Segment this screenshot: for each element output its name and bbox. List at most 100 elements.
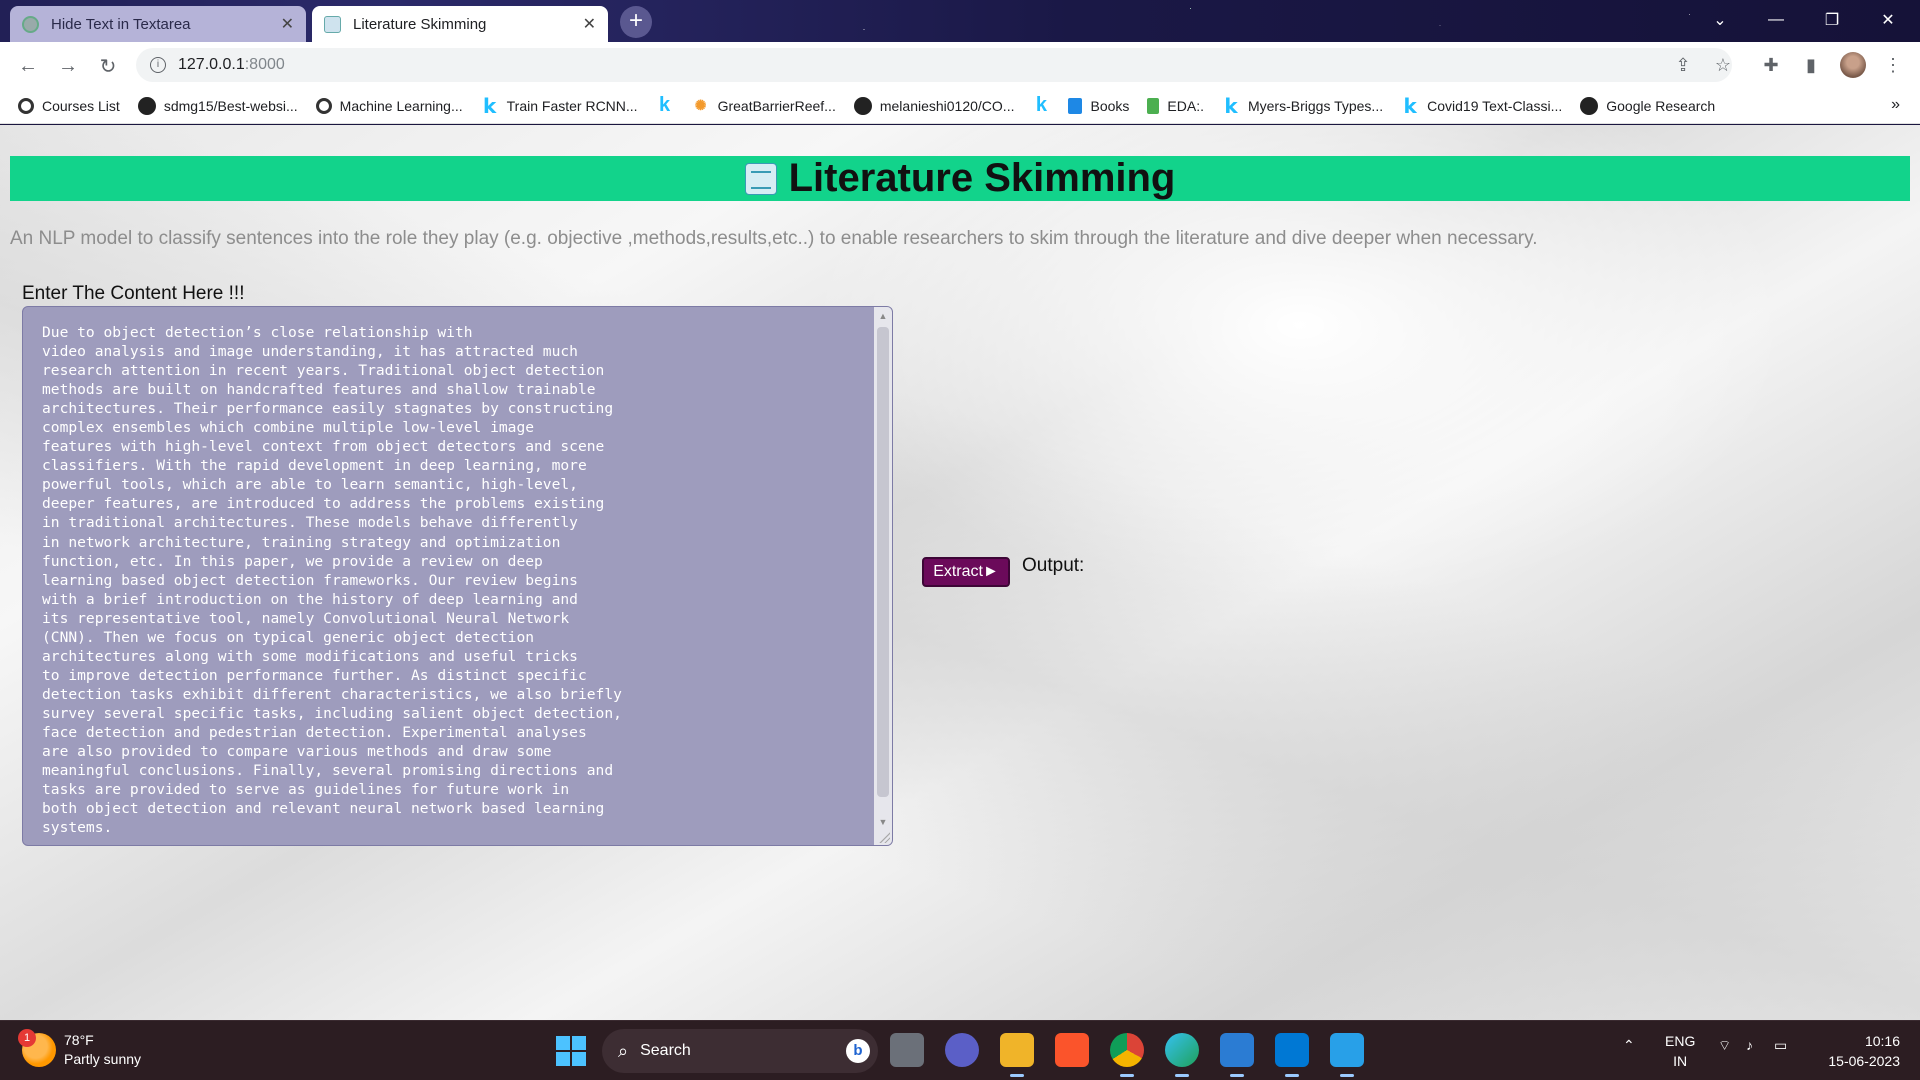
bookmark-greatbarrierreef[interactable]: ✺ GreatBarrierReef... bbox=[692, 97, 836, 115]
chrome-icon[interactable] bbox=[1110, 1033, 1144, 1077]
task-view-icon[interactable] bbox=[890, 1033, 924, 1067]
scroll-up-icon[interactable]: ▲ bbox=[874, 311, 892, 321]
search-label: Search bbox=[640, 1042, 691, 1059]
url-host: 127.0.0.1 bbox=[178, 56, 245, 73]
book-logo-icon bbox=[744, 162, 777, 195]
bookmarks-more-icon[interactable]: » bbox=[1891, 96, 1900, 114]
google-icon bbox=[315, 97, 332, 114]
battery-icon[interactable]: ▭ bbox=[1774, 1037, 1787, 1054]
show-hidden-icons-icon[interactable]: ⌃ bbox=[1623, 1037, 1635, 1054]
reload-icon[interactable]: ↻ bbox=[92, 50, 124, 82]
file-explorer-icon[interactable] bbox=[1000, 1033, 1034, 1077]
content-textarea[interactable]: Due to object detection’s close relation… bbox=[22, 306, 893, 846]
clock-time: 10:16 bbox=[1864, 1033, 1900, 1049]
minimize-icon[interactable]: — bbox=[1748, 0, 1804, 40]
resize-grip-icon[interactable] bbox=[878, 831, 890, 843]
clock[interactable]: 10:16 15-06-2023 bbox=[1816, 1031, 1900, 1071]
bookmark-google-research[interactable]: Google Research bbox=[1580, 96, 1716, 115]
bing-icon[interactable]: b bbox=[846, 1039, 870, 1063]
notepad-icon[interactable] bbox=[1330, 1033, 1364, 1077]
page-banner: Literature Skimming bbox=[10, 156, 1910, 201]
edge-icon[interactable] bbox=[1165, 1033, 1199, 1077]
teams-icon[interactable] bbox=[945, 1033, 979, 1067]
scroll-down-icon[interactable]: ▼ bbox=[874, 817, 892, 827]
bookmark-train-faster-rcnn[interactable]: k Train Faster RCNN... bbox=[481, 93, 638, 118]
scrollbar-thumb[interactable] bbox=[877, 327, 889, 797]
bookmark-machine-learning[interactable]: Machine Learning... bbox=[315, 97, 463, 114]
address-bar[interactable]: i 127.0.0.1:8000 bbox=[136, 48, 1732, 82]
bookmark-label: Train Faster RCNN... bbox=[506, 97, 638, 114]
vscode-icon[interactable] bbox=[1275, 1033, 1309, 1077]
bookmark-label: melanieshi0120/CO... bbox=[879, 97, 1015, 114]
google-icon bbox=[18, 97, 34, 114]
word-icon[interactable] bbox=[1220, 1033, 1254, 1077]
page-title: Literature Skimming bbox=[788, 156, 1176, 200]
bookmark-melanieshi[interactable]: melanieshi0120/CO... bbox=[853, 96, 1015, 115]
back-icon[interactable]: ← bbox=[12, 50, 44, 82]
page-viewport: Literature Skimming An NLP model to clas… bbox=[0, 125, 1920, 1020]
partly-sunny-icon: 1 bbox=[18, 1029, 56, 1067]
volume-icon[interactable]: ♪ bbox=[1746, 1037, 1753, 1053]
tab-hide-text-in-textarea[interactable]: Hide Text in Textarea ✕ bbox=[10, 6, 306, 42]
bookmark-sdmg15[interactable]: sdmg15/Best-websi... bbox=[137, 96, 298, 115]
side-panel-icon[interactable]: ▮ bbox=[1798, 52, 1824, 78]
gbr-icon: ✺ bbox=[694, 97, 707, 113]
weather-temp: 78°F bbox=[64, 1032, 94, 1048]
kaggle-icon: k bbox=[659, 94, 671, 116]
tab-title: Hide Text in Textarea bbox=[51, 15, 191, 33]
github-icon bbox=[853, 96, 872, 115]
menu-icon[interactable]: ⋮ bbox=[1880, 52, 1906, 78]
bookmark-covid19[interactable]: k Covid19 Text-Classi... bbox=[1401, 93, 1562, 118]
bookmark-label: EDA:. bbox=[1167, 97, 1204, 114]
lang-bottom: IN bbox=[1673, 1053, 1688, 1069]
wifi-icon[interactable]: ⌔ bbox=[1718, 1037, 1731, 1055]
bookmark-courses-list[interactable]: Courses List bbox=[18, 97, 120, 114]
profile-avatar[interactable] bbox=[1840, 52, 1866, 78]
browser-titlebar: Hide Text in Textarea ✕ Literature Skimm… bbox=[0, 0, 1920, 42]
restore-icon[interactable]: ❐ bbox=[1804, 0, 1860, 40]
search-icon: ⌕ bbox=[618, 1040, 629, 1061]
site-info-icon[interactable]: i bbox=[150, 57, 166, 73]
tab-literature-skimming[interactable]: Literature Skimming ✕ bbox=[312, 6, 608, 42]
textarea-scrollbar[interactable]: ▲ ▼ bbox=[874, 307, 892, 845]
folder-blue-icon bbox=[1068, 97, 1083, 114]
kaggle-icon: k bbox=[1403, 93, 1417, 118]
bookmark-eda[interactable]: EDA:. bbox=[1147, 97, 1204, 114]
bookmark-kaggle[interactable]: k bbox=[656, 94, 674, 116]
weather-desc: Partly sunny bbox=[64, 1051, 142, 1067]
url-port: :8000 bbox=[244, 56, 285, 73]
lang-top: ENG bbox=[1665, 1033, 1696, 1049]
share-icon[interactable]: ⇪ bbox=[1670, 52, 1696, 78]
extensions-icon[interactable]: ✚ bbox=[1758, 52, 1784, 78]
bookmark-label: sdmg15/Best-websi... bbox=[163, 97, 298, 114]
github-icon bbox=[137, 96, 156, 115]
bookmark-label: Google Research bbox=[1606, 97, 1716, 114]
bookmark-myers-briggs[interactable]: k Myers-Briggs Types... bbox=[1222, 94, 1384, 118]
windows-taskbar: 1 78°F Partly sunny ⌕ Search b ⌃ ENG IN … bbox=[0, 1020, 1920, 1080]
taskbar-search[interactable]: ⌕ Search b bbox=[602, 1029, 878, 1073]
bookmark-label: GreatBarrierReef... bbox=[717, 97, 836, 114]
weather-text: 78°F Partly sunny bbox=[64, 1031, 141, 1069]
tab-favicon-icon bbox=[324, 15, 341, 33]
language-indicator[interactable]: ENG IN bbox=[1665, 1031, 1695, 1071]
weather-widget[interactable]: 1 78°F Partly sunny bbox=[18, 1029, 141, 1069]
bookmark-star-icon[interactable]: ☆ bbox=[1710, 52, 1736, 78]
content-text: Due to object detection’s close relation… bbox=[42, 324, 622, 837]
bookmark-kaggle-2[interactable]: k bbox=[1032, 94, 1050, 116]
close-icon[interactable]: ✕ bbox=[281, 14, 294, 34]
folder-green-icon bbox=[1147, 97, 1160, 114]
tab-favicon-icon bbox=[22, 15, 39, 33]
window-close-icon[interactable]: ✕ bbox=[1860, 0, 1916, 40]
brave-icon[interactable] bbox=[1055, 1033, 1089, 1067]
tab-search-icon[interactable]: ⌄ bbox=[1692, 0, 1748, 40]
bookmark-books[interactable]: Books bbox=[1068, 97, 1130, 114]
bookmark-label: Courses List bbox=[42, 97, 120, 114]
bookmark-label: Myers-Briggs Types... bbox=[1247, 97, 1384, 114]
extract-button[interactable]: Extract► bbox=[922, 557, 1010, 587]
windows-start-icon[interactable] bbox=[556, 1036, 586, 1066]
new-tab-button[interactable]: + bbox=[620, 6, 652, 38]
bookmark-label: Books bbox=[1090, 97, 1130, 114]
close-icon[interactable]: ✕ bbox=[583, 14, 596, 34]
kaggle-icon: k bbox=[482, 93, 497, 118]
forward-icon[interactable]: → bbox=[52, 50, 84, 82]
